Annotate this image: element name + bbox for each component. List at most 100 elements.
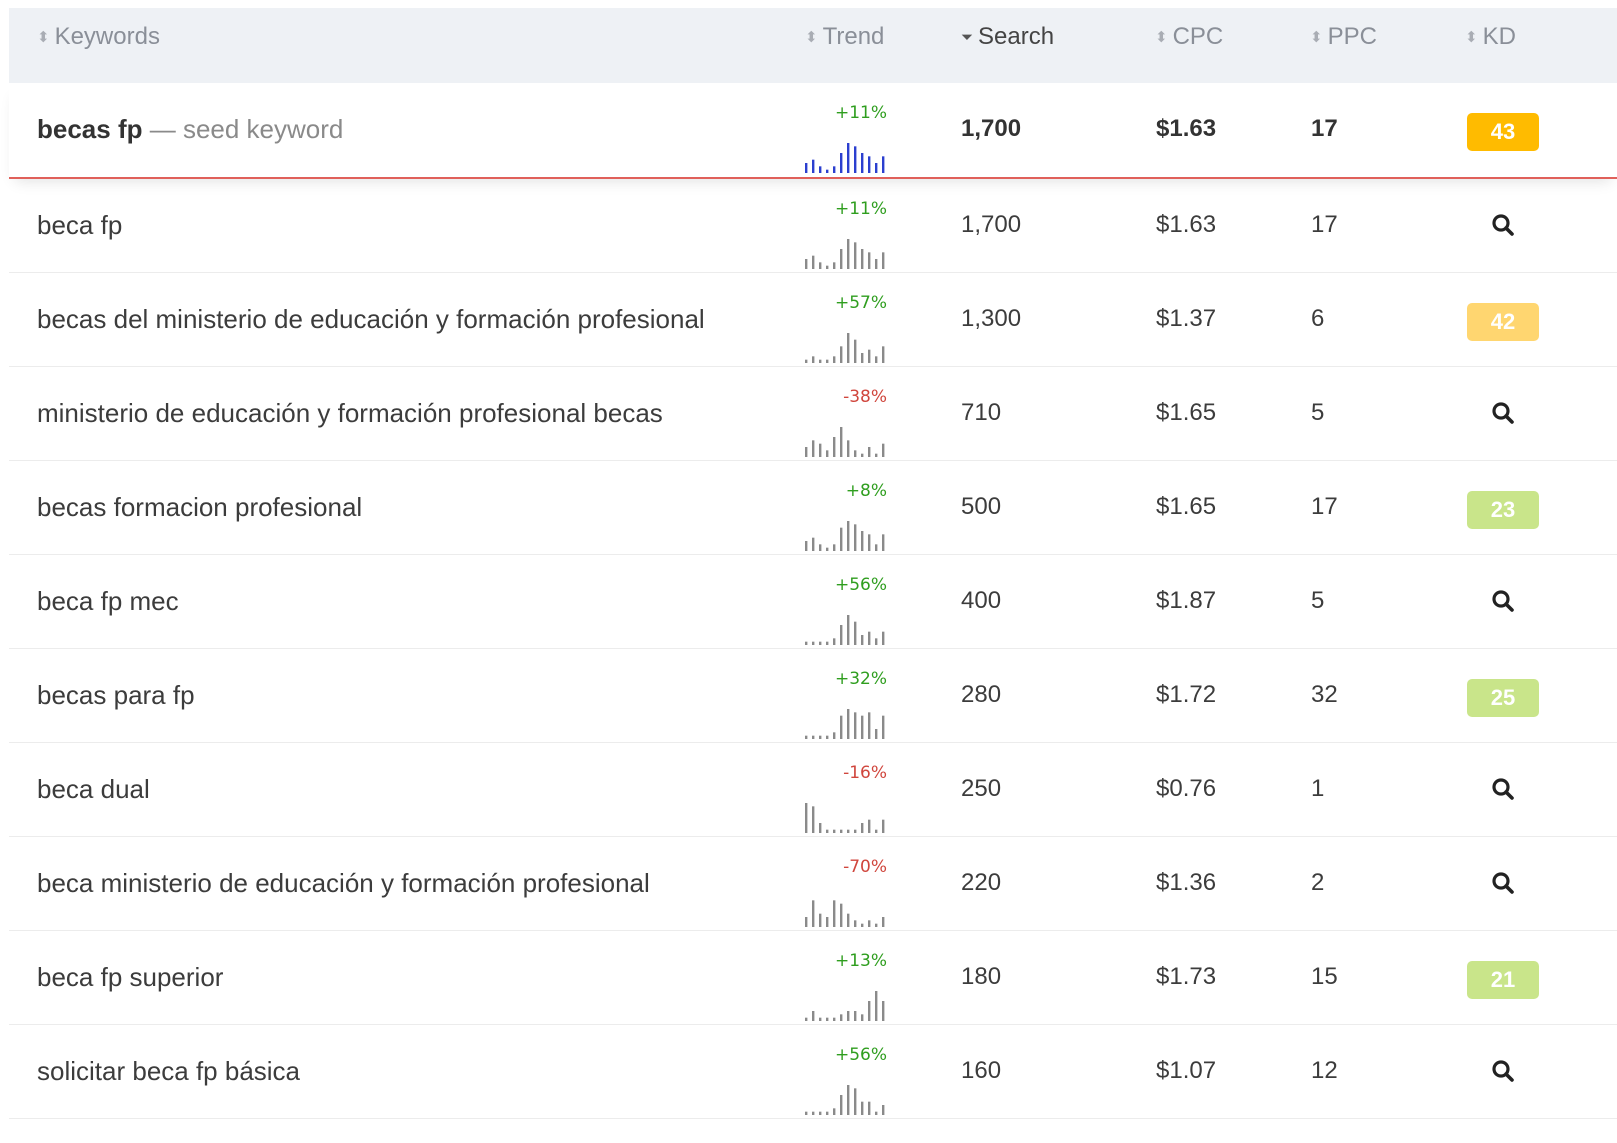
- sparkline-bar: [875, 991, 878, 1021]
- sparkline-bar: [868, 156, 871, 173]
- sparkline-bar: [833, 638, 836, 645]
- keyword-cell[interactable]: becas para fp: [37, 649, 195, 741]
- keyword-cell[interactable]: beca dual: [37, 743, 150, 835]
- keyword-text[interactable]: becas formacion profesional: [37, 492, 362, 522]
- column-header-ppc[interactable]: ⬍ PPC: [1310, 8, 1377, 66]
- cpc-value: $1.37: [1156, 305, 1217, 332]
- kd-search-icon[interactable]: [1490, 867, 1518, 899]
- sparkline-bar: [854, 621, 857, 645]
- seed-keyword-row[interactable]: becas fp — seed keyword +11% 1,700 $1.63 17 4…: [9, 83, 1617, 179]
- sparkline-bar: [805, 259, 808, 269]
- sparkline-bar: [840, 1095, 843, 1115]
- sparkline-bar: [805, 735, 808, 739]
- keyword-text[interactable]: becas fp: [37, 114, 143, 144]
- sparkline-bar: [882, 443, 885, 457]
- column-header-trend[interactable]: ⬍ Trend: [805, 8, 884, 66]
- trend-percent: +13%: [834, 951, 887, 971]
- table-row[interactable]: beca fp superior +13% 180 $1.73 15 21: [9, 931, 1617, 1025]
- sparkline-bar: [833, 829, 836, 833]
- table-row[interactable]: ministerio de educación y formación prof…: [9, 367, 1617, 461]
- keyword-text[interactable]: becas para fp: [37, 680, 195, 710]
- sparkline-bar: [840, 829, 843, 833]
- kd-search-icon[interactable]: [1490, 209, 1518, 241]
- sparkline-bar: [882, 917, 885, 927]
- trend-cell: +13%: [803, 931, 887, 1023]
- ppc-value: 17: [1311, 115, 1338, 142]
- trend-percent: +32%: [834, 669, 887, 689]
- keyword-cell[interactable]: becas formacion profesional: [37, 461, 362, 553]
- ppc-value: 5: [1311, 399, 1325, 426]
- kd-search-icon[interactable]: [1490, 585, 1518, 617]
- table-row[interactable]: becas del ministerio de educación y form…: [9, 273, 1617, 367]
- column-header-kd[interactable]: ⬍ KD: [1465, 8, 1516, 66]
- keyword-cell[interactable]: solicitar beca fp básica: [37, 1025, 300, 1117]
- ppc-value: 2: [1311, 869, 1325, 896]
- column-label: Trend: [822, 23, 885, 50]
- keyword-text[interactable]: beca dual: [37, 774, 150, 804]
- sparkline-bar: [882, 819, 885, 833]
- keyword-text[interactable]: becas del ministerio de educación y form…: [37, 304, 705, 334]
- sparkline-bar: [819, 166, 822, 173]
- sparkline-bar: [847, 333, 850, 363]
- cpc-value: $1.87: [1156, 587, 1217, 614]
- sparkline-bar: [868, 349, 871, 363]
- sparkline-bar: [882, 156, 885, 173]
- sparkline-bar: [875, 1111, 878, 1115]
- sparkline-bar: [840, 527, 843, 551]
- sparkline-bar: [805, 541, 808, 551]
- kd-search-icon[interactable]: [1490, 397, 1518, 429]
- table-row[interactable]: beca ministerio de educación y formación…: [9, 837, 1617, 931]
- trend-percent: +56%: [834, 575, 887, 595]
- table-row[interactable]: beca fp +11% 1,700 $1.63 17: [9, 179, 1617, 273]
- sparkline-bar: [833, 262, 836, 269]
- table-row[interactable]: becas para fp +32% 280 $1.72 32 25: [9, 649, 1617, 743]
- search-volume: 280: [961, 681, 1002, 708]
- sparkline-bar: [840, 903, 843, 927]
- kd-search-icon[interactable]: [1490, 1055, 1518, 1087]
- sparkline-bar: [805, 917, 808, 927]
- trend-cell: -38%: [803, 367, 887, 459]
- search-volume: 180: [961, 963, 1002, 990]
- keyword-cell[interactable]: becas fp — seed keyword: [37, 83, 343, 175]
- search-icon: [1492, 1060, 1514, 1082]
- kd-search-icon[interactable]: [1490, 773, 1518, 805]
- keyword-cell[interactable]: beca fp mec: [37, 555, 179, 647]
- sparkline-bar: [882, 252, 885, 269]
- keyword-cell[interactable]: becas del ministerio de educación y form…: [37, 273, 705, 365]
- table-row[interactable]: beca dual -16% 250 $0.76 1: [9, 743, 1617, 837]
- search-volume: 400: [961, 587, 1002, 614]
- keyword-cell[interactable]: ministerio de educación y formación prof…: [37, 367, 663, 459]
- keyword-text[interactable]: beca fp: [37, 210, 122, 240]
- sparkline-bar: [861, 531, 864, 551]
- sparkline-bar: [882, 1105, 885, 1115]
- column-header-cpc[interactable]: ⬍ CPC: [1155, 8, 1223, 66]
- keyword-text[interactable]: solicitar beca fp básica: [37, 1056, 300, 1086]
- column-label: Search: [978, 23, 1055, 50]
- keyword-cell[interactable]: beca fp superior: [37, 931, 223, 1023]
- keyword-cell[interactable]: beca ministerio de educación y formación…: [37, 837, 650, 929]
- column-header-search[interactable]: ⏷ Search: [961, 8, 1054, 66]
- cpc-value: $1.36: [1156, 869, 1217, 896]
- sparkline-bar: [812, 735, 815, 739]
- sparkline-bar: [840, 715, 843, 739]
- table-row[interactable]: beca fp mec +56% 400 $1.87 5: [9, 555, 1617, 649]
- sparkline-bar: [833, 166, 836, 173]
- keyword-text[interactable]: beca fp mec: [37, 586, 179, 616]
- keyword-text[interactable]: ministerio de educación y formación prof…: [37, 398, 663, 428]
- trend-percent: +57%: [834, 293, 887, 313]
- column-label: PPC: [1327, 23, 1377, 50]
- sparkline-bar: [812, 900, 815, 927]
- sparkline-bar: [847, 615, 850, 645]
- table-row[interactable]: becas formacion profesional +8% 500 $1.65 17…: [9, 461, 1617, 555]
- trend-cell: +57%: [803, 273, 887, 365]
- column-header-keywords[interactable]: ⬍ Keywords: [37, 8, 160, 66]
- search-volume: 160: [961, 1057, 1002, 1084]
- sparkline-bar: [833, 356, 836, 363]
- table-row[interactable]: solicitar beca fp básica +56% 160 $1.07 12: [9, 1025, 1617, 1119]
- sparkline-bar: [847, 521, 850, 551]
- keyword-text[interactable]: beca ministerio de educación y formación…: [37, 868, 650, 898]
- sparkline-bar: [861, 249, 864, 269]
- keyword-text[interactable]: beca fp superior: [37, 962, 223, 992]
- keyword-cell[interactable]: beca fp: [37, 179, 122, 271]
- sparkline-bar: [826, 169, 829, 173]
